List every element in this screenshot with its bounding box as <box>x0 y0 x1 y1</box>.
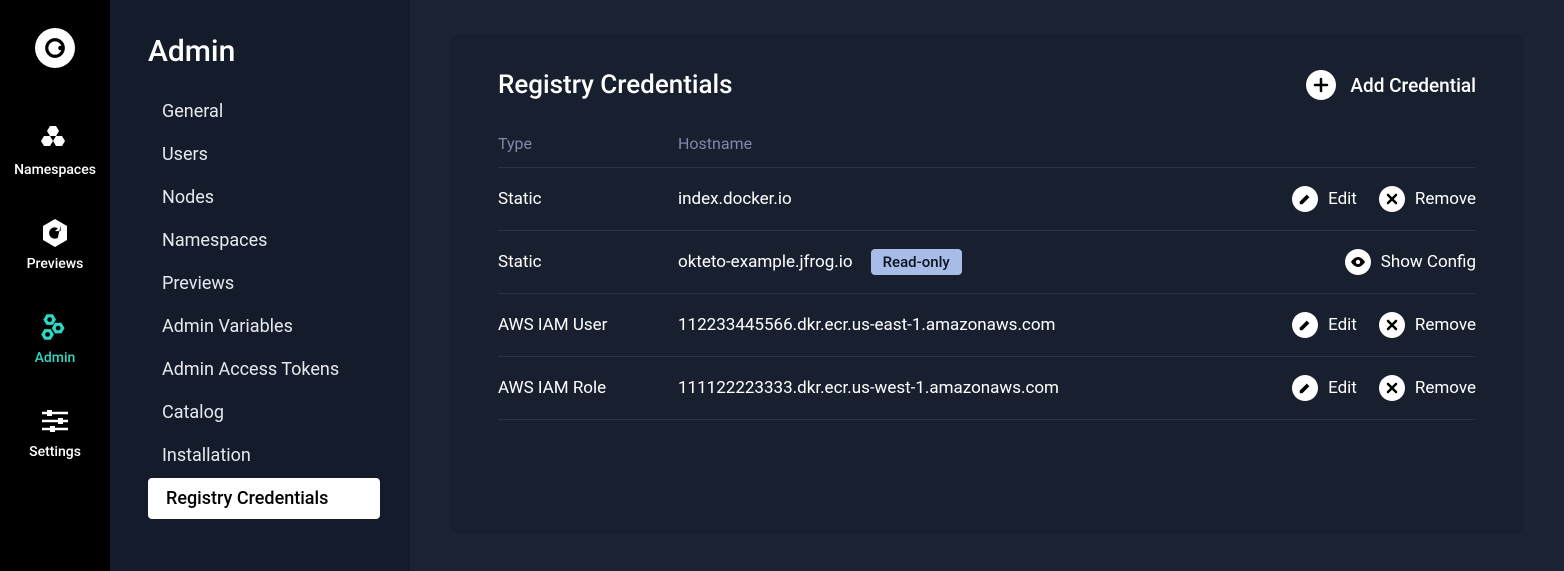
cell-type: AWS IAM User <box>498 315 678 335</box>
sliders-icon <box>38 404 72 438</box>
admin-cluster-icon <box>38 310 72 344</box>
admin-sidebar: Admin General Users Nodes Namespaces Pre… <box>110 0 410 571</box>
sidebar-item-catalog[interactable]: Catalog <box>124 392 396 433</box>
sidebar-item-users[interactable]: Users <box>124 134 396 175</box>
rail-item-settings[interactable]: Settings <box>29 404 81 460</box>
rail-label: Admin <box>35 350 76 366</box>
cell-type: AWS IAM Role <box>498 378 678 398</box>
remove-label: Remove <box>1415 189 1476 209</box>
sidebar-item-registry-credentials[interactable]: Registry Credentials <box>148 478 380 519</box>
add-credential-button[interactable]: Add Credential <box>1306 70 1476 100</box>
header-hostname: Hostname <box>678 134 1476 153</box>
cell-hostname: index.docker.io <box>678 189 1292 209</box>
pencil-icon <box>1292 186 1318 212</box>
cell-hostname: 111122223333.dkr.ecr.us-west-1.amazonaws… <box>678 378 1292 398</box>
nav-rail: Namespaces Previews <box>0 0 110 571</box>
row-actions: Edit Remove <box>1292 312 1476 338</box>
add-credential-label: Add Credential <box>1350 74 1476 97</box>
hexagon-cluster-icon <box>38 122 72 156</box>
remove-button[interactable]: Remove <box>1379 375 1476 401</box>
sidebar-item-previews[interactable]: Previews <box>124 263 396 304</box>
sidebar-item-installation[interactable]: Installation <box>124 435 396 476</box>
rail-item-previews[interactable]: Previews <box>27 216 84 272</box>
hostname-text: index.docker.io <box>678 189 792 209</box>
row-actions: Show Config <box>1345 249 1476 275</box>
pencil-icon <box>1292 375 1318 401</box>
cell-hostname: 112233445566.dkr.ecr.us-east-1.amazonaws… <box>678 315 1292 335</box>
credential-row: Static index.docker.io Edit Remove <box>498 168 1476 231</box>
cell-hostname: okteto-example.jfrog.io Read-only <box>678 249 1345 275</box>
main-content: Registry Credentials Add Credential Type… <box>410 0 1564 571</box>
edit-label: Edit <box>1328 315 1357 335</box>
show-config-button[interactable]: Show Config <box>1345 249 1476 275</box>
edit-button[interactable]: Edit <box>1292 186 1357 212</box>
x-icon <box>1379 375 1405 401</box>
edit-label: Edit <box>1328 189 1357 209</box>
sidebar-item-general[interactable]: General <box>124 91 396 132</box>
remove-button[interactable]: Remove <box>1379 312 1476 338</box>
show-config-label: Show Config <box>1381 252 1476 272</box>
credential-row: Static okteto-example.jfrog.io Read-only… <box>498 231 1476 294</box>
rail-label: Namespaces <box>14 162 96 178</box>
rail-label: Previews <box>27 256 84 272</box>
row-actions: Edit Remove <box>1292 375 1476 401</box>
edit-button[interactable]: Edit <box>1292 375 1357 401</box>
x-icon <box>1379 186 1405 212</box>
sidebar-item-admin-variables[interactable]: Admin Variables <box>124 306 396 347</box>
cell-type: Static <box>498 252 678 272</box>
eye-icon <box>1345 249 1371 275</box>
sidebar-item-admin-access-tokens[interactable]: Admin Access Tokens <box>124 349 396 390</box>
registry-credentials-panel: Registry Credentials Add Credential Type… <box>450 34 1524 534</box>
rail-label: Settings <box>29 444 81 460</box>
remove-label: Remove <box>1415 378 1476 398</box>
pencil-icon <box>1292 312 1318 338</box>
preview-icon <box>38 216 72 250</box>
x-icon <box>1379 312 1405 338</box>
credential-row: AWS IAM User 112233445566.dkr.ecr.us-eas… <box>498 294 1476 357</box>
remove-button[interactable]: Remove <box>1379 186 1476 212</box>
rail-item-namespaces[interactable]: Namespaces <box>14 122 96 178</box>
panel-title: Registry Credentials <box>498 70 733 100</box>
credential-row: AWS IAM Role 111122223333.dkr.ecr.us-wes… <box>498 357 1476 420</box>
edit-label: Edit <box>1328 378 1357 398</box>
sidebar-item-nodes[interactable]: Nodes <box>124 177 396 218</box>
rail-item-admin[interactable]: Admin <box>35 310 76 366</box>
sidebar-title: Admin <box>110 34 410 69</box>
edit-button[interactable]: Edit <box>1292 312 1357 338</box>
header-type: Type <box>498 134 678 153</box>
row-actions: Edit Remove <box>1292 186 1476 212</box>
hostname-text: okteto-example.jfrog.io <box>678 252 853 272</box>
sidebar-item-namespaces[interactable]: Namespaces <box>124 220 396 261</box>
hostname-text: 111122223333.dkr.ecr.us-west-1.amazonaws… <box>678 378 1059 398</box>
readonly-badge: Read-only <box>871 249 962 275</box>
cell-type: Static <box>498 189 678 209</box>
panel-header: Registry Credentials Add Credential <box>498 70 1476 100</box>
app-logo[interactable] <box>35 28 75 68</box>
plus-icon <box>1306 70 1336 100</box>
logo-icon <box>44 37 66 59</box>
remove-label: Remove <box>1415 315 1476 335</box>
table-header-row: Type Hostname <box>498 134 1476 168</box>
hostname-text: 112233445566.dkr.ecr.us-east-1.amazonaws… <box>678 315 1055 335</box>
